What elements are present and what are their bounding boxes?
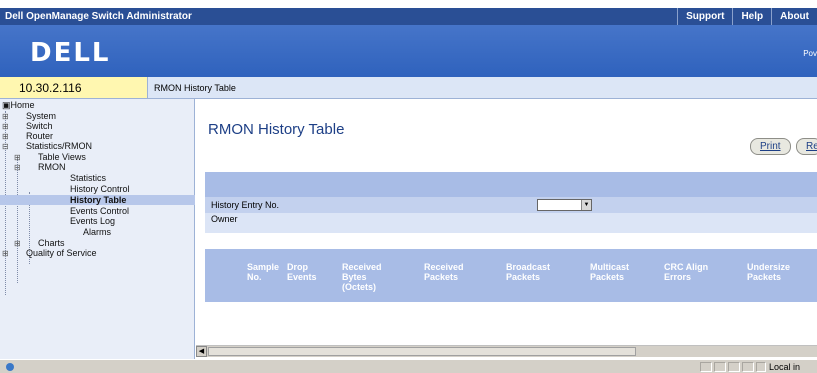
column-header-line: No. <box>247 272 262 282</box>
sidebar-tree: ▣Home ⊞ System ⊞ Switch ⊞ Router ⊟ Statistic… <box>0 99 195 359</box>
column-header-line: Events <box>287 272 317 282</box>
tree-item-statistics-rmon[interactable]: ⊟ Statistics/RMON <box>2 141 92 151</box>
column-header-line: (Octets) <box>342 282 377 292</box>
tree-label: Quality of Service <box>26 248 97 258</box>
tree-label: History Table <box>70 195 127 205</box>
column-header: Received Packets <box>424 262 464 282</box>
tree-item-home[interactable]: ▣Home <box>2 100 35 110</box>
column-header: Undersize Packets <box>747 262 790 282</box>
column-header-line: Received <box>424 262 464 272</box>
status-cell <box>714 362 726 372</box>
tree-label: System <box>26 111 57 121</box>
column-header: Sample No. <box>247 262 279 282</box>
home-icon: ▣ <box>2 100 11 110</box>
owner-label: Owner <box>211 214 238 224</box>
column-header-line: Drop <box>287 262 308 272</box>
status-cell <box>742 362 754 372</box>
tree-item-events-log[interactable]: Events Log <box>70 216 115 226</box>
breadcrumb: RMON History Table <box>148 77 817 99</box>
device-ip: 10.30.2.116 <box>19 81 82 95</box>
column-header-line: Errors <box>664 272 692 282</box>
column-header-line: Multicast <box>590 262 630 272</box>
column-header-line: Packets <box>424 272 459 282</box>
device-ip-bar: 10.30.2.116 <box>0 77 148 99</box>
column-header-line: Received <box>342 262 382 272</box>
tree-label: Events Log <box>70 216 116 226</box>
column-header: Broadcast Packets <box>506 262 550 282</box>
tree-item-history-control[interactable]: History Control <box>70 184 130 194</box>
status-cell <box>728 362 740 372</box>
column-header-line: Packets <box>747 272 782 282</box>
title-bar: Dell OpenManage Switch Administrator Sup… <box>0 8 817 25</box>
status-cell <box>700 362 712 372</box>
tree-item-history-table[interactable]: History Table <box>0 195 195 205</box>
help-link[interactable]: Help <box>732 8 771 25</box>
status-bar: Local in <box>0 359 817 373</box>
tree-label: Table Views <box>38 152 86 162</box>
tree-label: Statistics <box>70 173 107 183</box>
tree-connector <box>17 159 18 283</box>
scrollbar-thumb[interactable] <box>208 347 636 356</box>
column-header: Drop Events <box>287 262 317 282</box>
tree-label: Home <box>10 100 35 110</box>
title-links: Support Help About <box>677 8 817 25</box>
top-strip <box>0 0 817 8</box>
column-header: CRC Align Errors <box>664 262 708 282</box>
breadcrumb-text: RMON History Table <box>154 83 236 93</box>
app-title: Dell OpenManage Switch Administrator <box>5 11 192 22</box>
tree-label: Events Control <box>70 206 130 216</box>
tree-label: Router <box>26 131 54 141</box>
expand-icon[interactable]: ⊞ <box>2 249 12 259</box>
column-header-line: Sample <box>247 262 280 272</box>
column-header-line: Packets <box>506 272 541 282</box>
support-link[interactable]: Support <box>677 8 732 25</box>
column-header-line: Undersize <box>747 262 791 272</box>
tree-item-switch[interactable]: ⊞ Switch <box>2 121 53 131</box>
banner: DELL Pov <box>0 25 817 77</box>
tree-item-table-views[interactable]: ⊞ Table Views <box>14 152 86 162</box>
tree-label: Statistics/RMON <box>26 141 93 151</box>
dell-logo: DELL <box>30 38 111 68</box>
history-entry-select[interactable]: ▼ <box>537 199 592 211</box>
history-entry-label: History Entry No. <box>211 200 280 210</box>
about-link[interactable]: About <box>771 8 817 25</box>
tree-label: History Control <box>70 184 130 194</box>
column-header-line: CRC Align <box>664 262 709 272</box>
column-header-line: Packets <box>590 272 625 282</box>
scroll-left-icon[interactable]: ◀ <box>196 346 207 357</box>
tree-item-rmon[interactable]: ⊟ RMON <box>14 162 66 172</box>
horizontal-scrollbar[interactable]: ◀ <box>196 345 817 357</box>
tree-item-quality-of-service[interactable]: ⊞ Quality of Service <box>2 248 97 258</box>
print-button[interactable]: Print <box>750 138 791 155</box>
page-title: RMON History Table <box>208 121 345 138</box>
tree-item-events-control[interactable]: Events Control <box>70 206 129 216</box>
owner-row: Owner <box>205 213 817 225</box>
history-entry-row: History Entry No. ▼ <box>205 199 817 211</box>
status-cell <box>756 362 766 372</box>
column-header: Received Bytes (Octets) <box>342 262 382 292</box>
tree-item-system[interactable]: ⊞ System <box>2 111 56 121</box>
tree-label: Charts <box>38 238 65 248</box>
dropdown-arrow-icon[interactable]: ▼ <box>581 200 591 210</box>
column-header-line: Broadcast <box>506 262 551 272</box>
collapse-icon[interactable]: ⊟ <box>2 142 12 152</box>
tree-label: Switch <box>26 121 53 131</box>
tree-label: Alarms <box>83 227 112 237</box>
refresh-button[interactable]: Re <box>796 138 817 155</box>
tree-item-charts[interactable]: ⊞ Charts <box>14 238 65 248</box>
tree-item-statistics[interactable]: Statistics <box>70 173 106 183</box>
collapse-icon[interactable]: ⊟ <box>14 163 24 173</box>
security-zone: Local in <box>769 362 801 372</box>
column-header: Multicast Packets <box>590 262 629 282</box>
tree-item-alarms[interactable]: Alarms <box>83 227 111 237</box>
browser-icon <box>6 363 14 371</box>
tree-label: RMON <box>38 162 66 172</box>
main-content: RMON History Table Print Re History Entr… <box>196 99 817 345</box>
column-header-line: Bytes <box>342 272 367 282</box>
tree-item-router[interactable]: ⊞ Router <box>2 131 53 141</box>
form-panel-header <box>205 172 817 197</box>
powered-by-text: Pov <box>803 49 817 58</box>
